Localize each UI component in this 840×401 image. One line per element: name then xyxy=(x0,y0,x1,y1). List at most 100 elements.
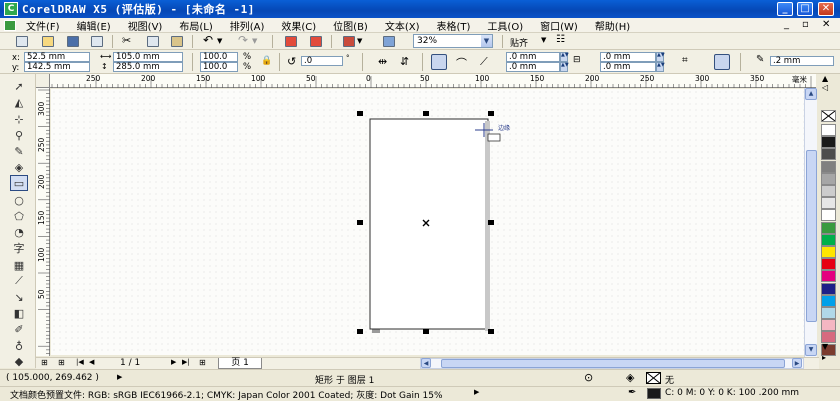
first-page-icon[interactable]: ⊞ xyxy=(41,358,48,367)
welcome-screen-icon[interactable] xyxy=(383,36,395,47)
menu-edit[interactable]: 编辑(E) xyxy=(77,18,111,33)
vertical-scroll-thumb[interactable] xyxy=(806,150,817,322)
close-button[interactable]: ✕ xyxy=(818,2,834,16)
outline-tool-icon[interactable]: ♁ xyxy=(10,338,28,354)
save-icon[interactable] xyxy=(67,36,79,47)
scalloped-corner-icon[interactable]: ⌒ xyxy=(456,55,467,71)
menu-layout[interactable]: 布局(L) xyxy=(179,18,212,33)
color-swatch[interactable] xyxy=(821,197,836,210)
y-position-field[interactable]: 142.5 mm xyxy=(24,62,90,72)
minimize-button[interactable]: _ xyxy=(777,2,793,16)
menu-bitmaps[interactable]: 位图(B) xyxy=(333,18,368,33)
menu-text[interactable]: 文本(X) xyxy=(385,18,420,33)
smart-fill-tool-icon[interactable]: ◈ xyxy=(10,159,28,175)
outline-width-select[interactable]: .2 mm xyxy=(770,56,834,66)
coreldraw-app-icon[interactable]: C xyxy=(4,2,18,16)
spinner-icon[interactable]: ▲▼ xyxy=(560,62,569,72)
color-swatch[interactable] xyxy=(821,185,836,197)
scale-x-field[interactable]: 100.0 xyxy=(200,52,238,62)
menu-table[interactable]: 表格(T) xyxy=(437,18,471,33)
color-swatch[interactable] xyxy=(821,221,836,234)
add-page-before-icon[interactable]: ⊞ xyxy=(58,358,65,367)
crop-tool-icon[interactable]: ⊹ xyxy=(10,111,28,127)
zoom-level-select[interactable]: 32% ▼ xyxy=(413,34,493,48)
table-tool-icon[interactable]: ▦ xyxy=(10,257,28,273)
menu-view[interactable]: 视图(V) xyxy=(128,18,163,33)
corner-radius-bottom-right[interactable]: .0 mm xyxy=(600,62,656,72)
status-settings-icon[interactable]: ⊙ xyxy=(584,371,593,384)
open-icon[interactable] xyxy=(42,36,54,47)
print-icon[interactable] xyxy=(91,36,103,47)
palette-scroll-down-icon[interactable]: ▼ xyxy=(822,342,828,351)
cut-icon[interactable]: ✂ xyxy=(122,34,134,47)
ruler-origin[interactable] xyxy=(36,74,50,88)
redo-dropdown-icon[interactable]: ▼ xyxy=(252,37,264,48)
previous-page-icon[interactable]: ◀ xyxy=(89,358,94,366)
doc-restore-button[interactable]: ▫ xyxy=(802,19,809,30)
redo-icon[interactable]: ↷ xyxy=(238,33,250,47)
selection-handle[interactable] xyxy=(357,220,363,225)
scroll-left-button[interactable]: ◀ xyxy=(421,358,431,368)
color-swatch[interactable] xyxy=(821,282,836,295)
paste-icon[interactable] xyxy=(171,36,183,47)
undo-icon[interactable]: ↶ xyxy=(203,33,215,47)
rotation-angle-field[interactable]: .0 xyxy=(301,56,343,66)
mirror-vertical-icon[interactable]: ⇵ xyxy=(400,55,409,68)
doc-close-button[interactable]: ✕ xyxy=(822,19,830,30)
selection-handle[interactable] xyxy=(488,329,494,334)
menu-help[interactable]: 帮助(H) xyxy=(595,18,630,33)
horizontal-scrollbar[interactable]: ◀ ▶ xyxy=(420,358,804,369)
selection-handle[interactable] xyxy=(488,220,494,225)
undo-dropdown-icon[interactable]: ▼ xyxy=(217,37,229,48)
shape-tool-icon[interactable]: ◭ xyxy=(10,94,28,110)
fill-tool-icon[interactable]: ◆ xyxy=(10,353,28,369)
x-position-field[interactable]: 52.5 mm xyxy=(24,52,90,62)
menu-arrange[interactable]: 排列(A) xyxy=(230,18,265,33)
application-launcher-icon[interactable] xyxy=(343,36,355,47)
launcher-dropdown-icon[interactable]: ▼ xyxy=(357,37,369,48)
options-icon[interactable]: ☷ xyxy=(556,34,568,45)
selection-handle[interactable] xyxy=(357,111,363,116)
page-tab[interactable]: 页 1 xyxy=(218,358,262,369)
round-corner-button[interactable] xyxy=(431,54,447,70)
menu-file[interactable]: 文件(F) xyxy=(26,18,60,33)
basic-shapes-tool-icon[interactable]: ◔ xyxy=(10,224,28,240)
color-swatch[interactable] xyxy=(821,124,836,136)
copy-icon[interactable] xyxy=(147,36,159,47)
rectangle-tool-icon[interactable]: ▭ xyxy=(10,175,28,191)
new-document-icon[interactable] xyxy=(16,36,28,47)
corner-radius-top-right[interactable]: .0 mm xyxy=(600,52,656,62)
scale-y-field[interactable]: 100.0 xyxy=(200,62,238,72)
freehand-tool-icon[interactable]: ✎ xyxy=(10,143,28,159)
pick-tool-icon[interactable]: ➚ xyxy=(10,78,28,94)
width-field[interactable]: 105.0 mm xyxy=(113,52,183,62)
status-expand-icon[interactable]: ▶ xyxy=(117,373,122,381)
color-swatch[interactable] xyxy=(821,270,836,283)
menu-effects[interactable]: 效果(C) xyxy=(281,18,316,33)
selection-handle[interactable] xyxy=(357,329,363,334)
selected-rectangle[interactable] xyxy=(369,118,489,330)
palette-scroll-up-icon[interactable]: ▲ xyxy=(822,74,828,83)
lock-ratio-icon[interactable]: 🔒 xyxy=(261,56,272,66)
color-swatch[interactable] xyxy=(821,148,836,161)
zoom-tool-icon[interactable]: ⚲ xyxy=(10,127,28,143)
vertical-scrollbar[interactable]: ▲ ▼ xyxy=(804,88,817,358)
corner-scaling-icon[interactable]: ⌗ xyxy=(682,55,688,66)
no-color-swatch[interactable] xyxy=(821,110,836,122)
color-swatch[interactable] xyxy=(821,319,836,332)
scroll-right-button[interactable]: ▶ xyxy=(792,358,802,368)
dimension-tool-icon[interactable]: ⟋ xyxy=(10,273,28,289)
doc-minimize-button[interactable]: _ xyxy=(784,19,789,30)
color-swatch[interactable] xyxy=(821,246,836,258)
color-profile-info[interactable]: 文档颜色预置文件: RGB: sRGB IEC61966-2.1; CMYK: … xyxy=(10,388,443,401)
color-profile-expand-icon[interactable]: ▶ xyxy=(474,388,479,396)
horizontal-ruler[interactable]: 250 200 150 100 50 0 50 100 150 200 250 … xyxy=(36,74,816,88)
scroll-up-button[interactable]: ▲ xyxy=(805,88,817,100)
spinner-icon[interactable]: ▲▼ xyxy=(560,52,569,62)
scroll-down-button[interactable]: ▼ xyxy=(805,344,817,356)
drawing-canvas[interactable]: 边缘 xyxy=(51,89,804,355)
add-page-after-icon[interactable]: ⊞ xyxy=(199,358,206,367)
menu-tools[interactable]: 工具(O) xyxy=(487,18,523,33)
ellipse-tool-icon[interactable]: ○ xyxy=(10,192,28,208)
import-icon[interactable] xyxy=(285,36,297,47)
